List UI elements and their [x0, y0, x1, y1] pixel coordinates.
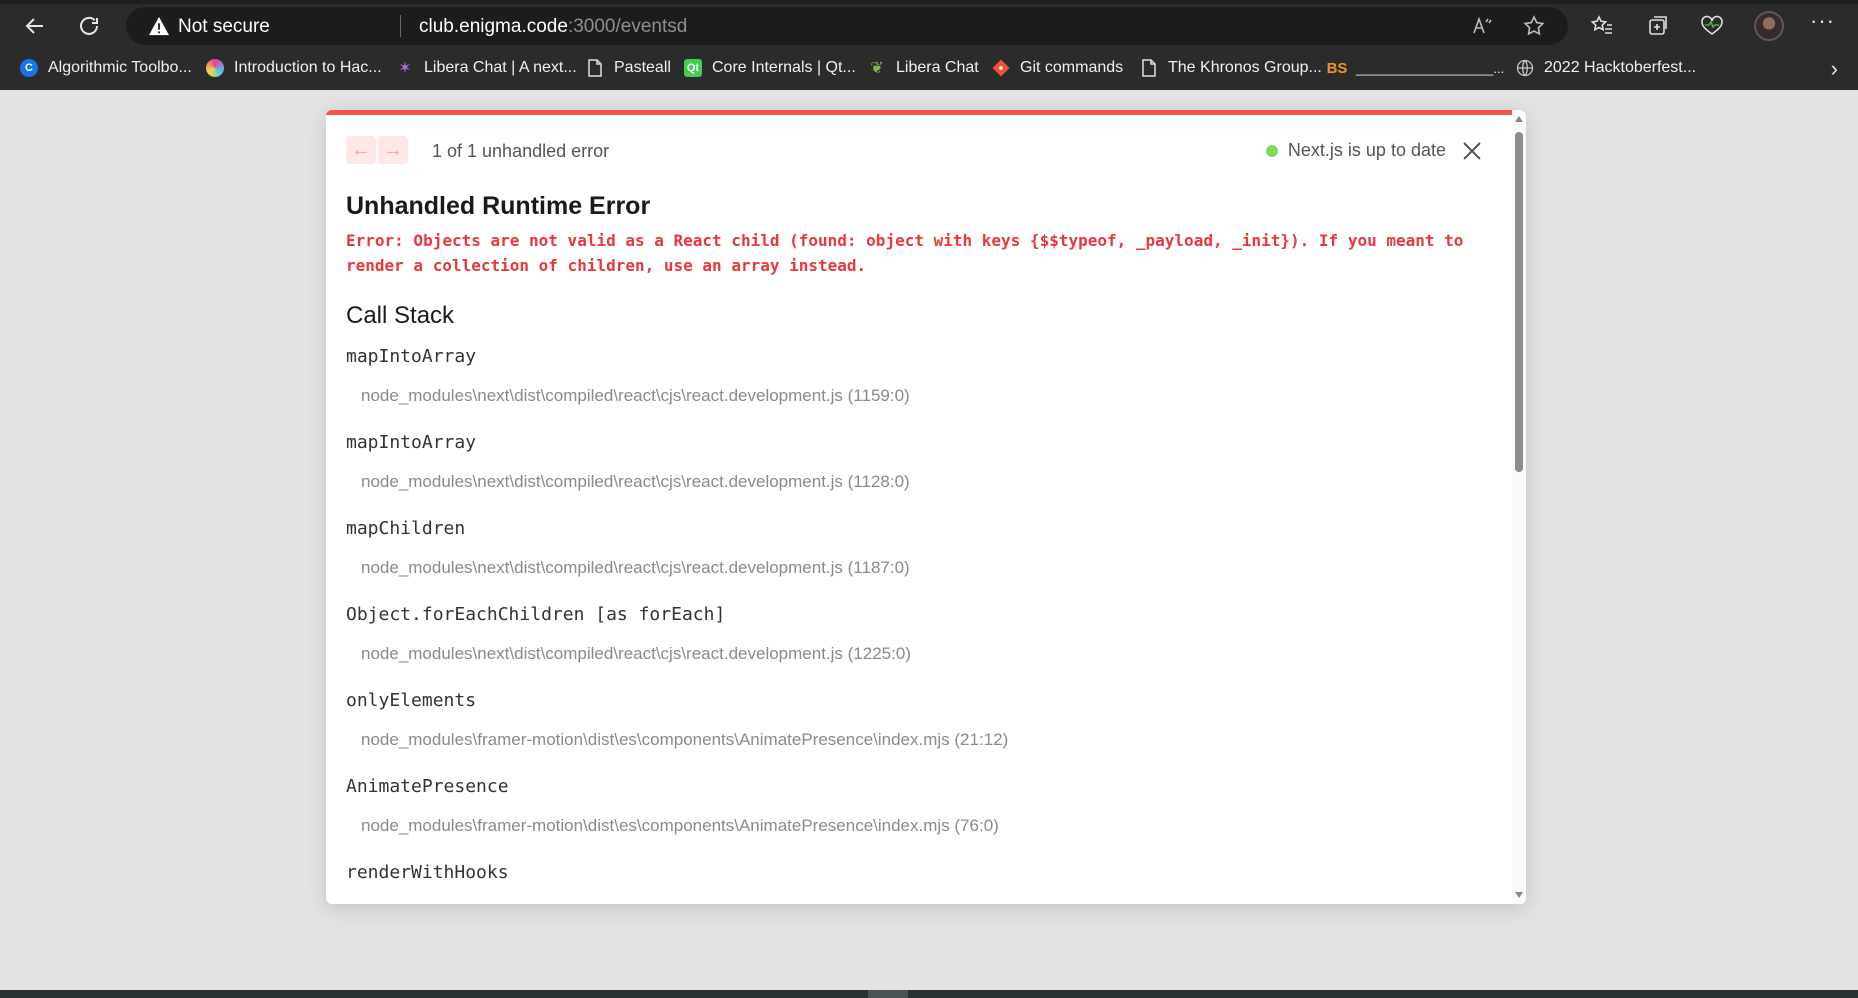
call-stack-list: mapIntoArray node_modules\next\dist\comp… [346, 346, 1486, 904]
stack-frame: renderWithHooks [346, 862, 1486, 904]
frame-function: onlyElements [346, 690, 477, 711]
frame-location[interactable]: node_modules\next\dist\compiled\react\cj… [361, 558, 910, 578]
frame-function: renderWithHooks [346, 862, 509, 883]
error-message: Error: Objects are not valid as a React … [346, 231, 1464, 275]
window-top-edge [0, 0, 1858, 4]
bookmark-label: Core Internals | Qt... [712, 59, 856, 76]
frame-location[interactable]: node_modules\next\dist\compiled\react\cj… [361, 644, 911, 664]
bookmark-item[interactable]: Introduction to Hac... [206, 54, 382, 82]
bookmark-label: 2022 Hacktoberfest... [1544, 59, 1697, 76]
frame-function: mapIntoArray [346, 346, 477, 367]
health-button[interactable] [1694, 10, 1730, 42]
qt-icon: Qt [684, 59, 702, 77]
bookmark-item[interactable]: ❦ Libera Chat [868, 54, 979, 82]
address-bar[interactable]: Not secure club.enigma.code:3000/eventsd [126, 7, 1568, 45]
bookmark-globe-icon [206, 59, 224, 77]
git-icon [992, 59, 1010, 77]
bookmark-item[interactable]: BS ___________________... [1326, 54, 1505, 82]
bookmark-libera-icon: ✶ [398, 60, 412, 77]
heart-pulse-icon [1701, 15, 1723, 35]
scroll-up-icon[interactable] [1515, 116, 1523, 122]
call-stack-heading: Call Stack [346, 302, 455, 329]
close-icon[interactable] [1462, 141, 1482, 161]
scroll-thumb[interactable] [1515, 132, 1523, 472]
page-horizontal-scrollbar[interactable] [0, 990, 1858, 998]
stack-frame: mapIntoArray node_modules\next\dist\comp… [346, 432, 1486, 518]
not-secure-label[interactable]: Not secure [178, 16, 270, 38]
frame-location[interactable]: node_modules\framer-motion\dist\es\compo… [361, 730, 1008, 750]
frame-location[interactable]: node_modules\next\dist\compiled\react\cj… [361, 472, 910, 492]
status-dot-icon [1265, 144, 1278, 157]
bookmark-item[interactable]: 2022 Hacktoberfest... [1516, 54, 1696, 82]
collections-icon [1649, 16, 1667, 35]
stack-frame: Object.forEachChildren [as forEach] node… [346, 604, 1486, 690]
chevron-right-icon[interactable]: › [1831, 56, 1838, 82]
warning-icon [149, 16, 169, 36]
more-menu-icon[interactable]: ··· [1810, 8, 1835, 34]
bookmark-label: Algorithmic Toolbo... [48, 59, 192, 76]
bs-icon: BS [1326, 59, 1348, 77]
build-status: Next.js is up to date [1265, 140, 1446, 161]
bookmark-label: The Khronos Group... [1168, 59, 1322, 76]
bookmark-item[interactable]: The Khronos Group... [1140, 54, 1322, 82]
error-accent-bar [326, 110, 1526, 115]
error-pager: ← → [346, 136, 408, 164]
globe-icon [1516, 59, 1534, 77]
bookmark-label: Git commands [1020, 59, 1124, 76]
refresh-button[interactable] [70, 10, 108, 42]
profile-avatar[interactable] [1754, 11, 1784, 41]
prev-error-button[interactable]: ← [346, 136, 376, 164]
refresh-icon [80, 16, 98, 35]
bookmark-label: ___________________... [1356, 60, 1505, 76]
bookmark-label: Libera Chat [896, 59, 979, 76]
scroll-down-icon[interactable] [1515, 892, 1523, 898]
page-icon [1140, 59, 1158, 77]
frame-function: mapChildren [346, 518, 466, 539]
stack-frame: mapIntoArray node_modules\next\dist\comp… [346, 346, 1486, 432]
frame-function: AnimatePresence [346, 776, 509, 797]
error-title: Unhandled Runtime Error [346, 192, 651, 220]
read-aloud-icon[interactable] [1470, 14, 1494, 38]
bookmark-item[interactable]: Qt Core Internals | Qt... [684, 54, 856, 82]
dialog-scrollbar[interactable] [1512, 110, 1526, 904]
stack-frame: AnimatePresence node_modules\framer-moti… [346, 776, 1486, 862]
collections-button[interactable] [1640, 10, 1676, 42]
favorite-star-icon[interactable] [1522, 14, 1546, 38]
bookmark-item[interactable]: Pasteall [586, 54, 671, 82]
stack-frame: onlyElements node_modules\framer-motion\… [346, 690, 1486, 776]
url-path: :3000/eventsd [567, 16, 688, 37]
error-counter: 1 of 1 unhandled error [432, 141, 610, 161]
address-divider [400, 15, 401, 37]
browser-chrome: Not secure club.enigma.code:3000/eventsd… [0, 0, 1858, 90]
bookmark-label: Libera Chat | A next... [424, 59, 577, 76]
leaf-icon: ❦ [870, 60, 884, 77]
back-button[interactable] [16, 10, 54, 42]
bookmark-label: Introduction to Hac... [234, 59, 382, 76]
page-icon [586, 59, 604, 77]
stack-frame: mapChildren node_modules\next\dist\compi… [346, 518, 1486, 604]
next-error-button[interactable]: → [378, 136, 408, 164]
bookmark-item[interactable]: C Algorithmic Toolbo... [20, 54, 192, 82]
frame-location[interactable]: node_modules\next\dist\compiled\react\cj… [361, 386, 910, 406]
status-text: Next.js is up to date [1287, 140, 1446, 160]
bookmark-label: Pasteall [614, 59, 671, 76]
error-overlay-dialog: ← → 1 of 1 unhandled error Next.js is up… [326, 110, 1526, 904]
arrow-left-icon [25, 18, 43, 34]
bookmark-item[interactable]: Git commands [992, 54, 1123, 82]
favorites-button[interactable] [1584, 10, 1620, 42]
frame-function: Object.forEachChildren [as forEach] [346, 604, 726, 625]
url-host: club.enigma.code [419, 16, 568, 37]
frame-function: mapIntoArray [346, 432, 477, 453]
favorites-list-icon [1590, 15, 1612, 34]
horizontal-scroll-thumb[interactable] [868, 990, 908, 998]
bookmark-item[interactable]: ✶ Libera Chat | A next... [396, 54, 577, 82]
bookmark-c-icon: C [20, 59, 38, 77]
url-text[interactable]: club.enigma.code:3000/eventsd [419, 16, 687, 38]
frame-location[interactable]: node_modules\framer-motion\dist\es\compo… [361, 816, 999, 836]
